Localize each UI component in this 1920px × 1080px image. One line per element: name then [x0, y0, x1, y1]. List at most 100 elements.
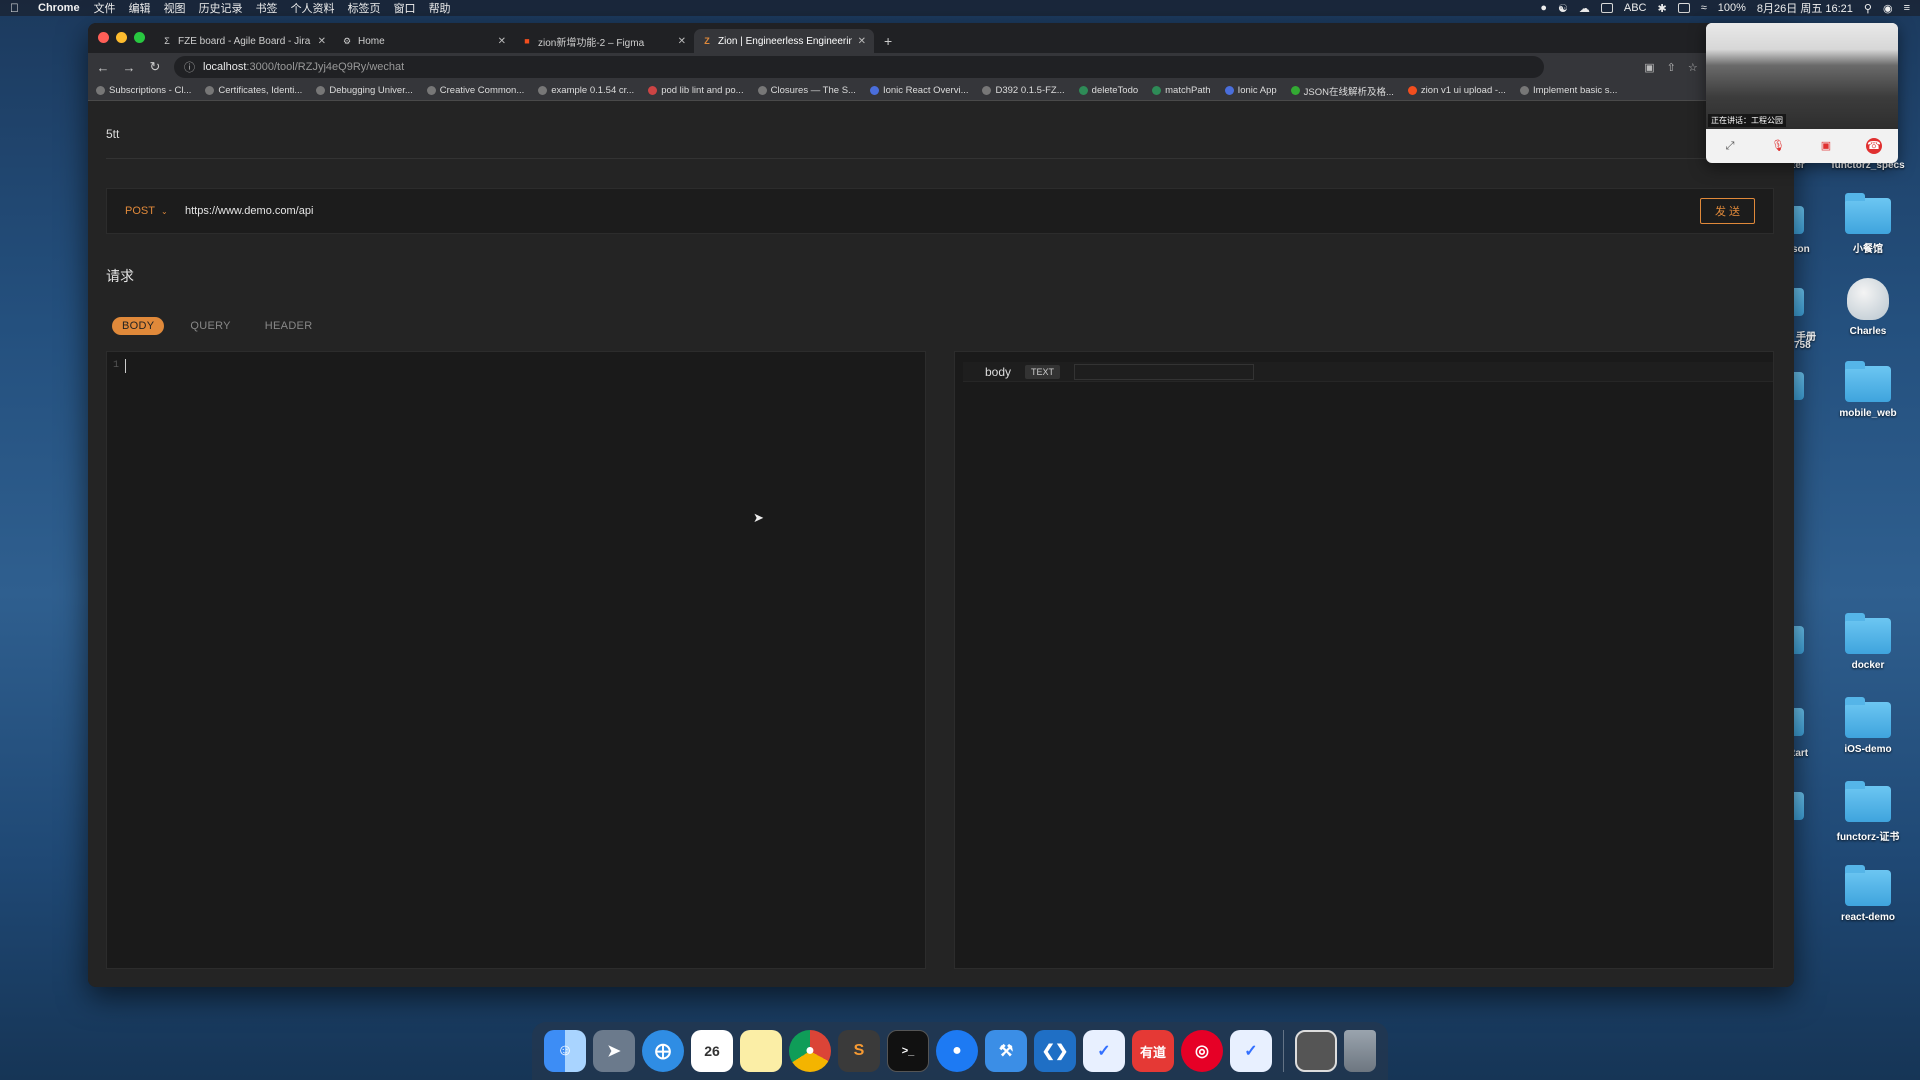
wechat-icon[interactable]: ☯ [1558, 2, 1568, 15]
desktop-item-folder[interactable]: 小餐馆 [1823, 193, 1913, 255]
browser-tab[interactable]: Σ FZE board - Agile Board - Jira ✕ [154, 29, 334, 53]
bookmark-item[interactable]: Ionic App [1224, 85, 1277, 96]
finder-icon[interactable]: ☺ [544, 1030, 586, 1072]
keyboard-icon[interactable] [1677, 3, 1690, 13]
bookmark-item[interactable]: Implement basic s... [1519, 85, 1617, 96]
tab-header[interactable]: HEADER [257, 317, 321, 335]
reload-icon[interactable]: ↻ [148, 59, 162, 75]
bookmark-item[interactable]: D392 0.1.5-FZ... [982, 85, 1065, 96]
share-icon[interactable]: ⇧ [1667, 61, 1676, 74]
video-call-window[interactable]: 正在讲话：工程公园 ⤢ 🎙 ▣ ☎ [1706, 23, 1898, 163]
url-input[interactable] [185, 205, 1700, 217]
hang-up-icon[interactable]: ☎ [1866, 138, 1882, 154]
battery-label[interactable]: 100% [1718, 2, 1746, 14]
folder-icon [1845, 697, 1891, 738]
menu-file[interactable]: 文件 [94, 0, 116, 16]
bookmark-item[interactable]: Creative Common... [426, 85, 524, 96]
back-icon[interactable]: ← [96, 60, 110, 75]
menu-app-name[interactable]: Chrome [38, 2, 80, 14]
lark-icon[interactable]: ✓ [1083, 1030, 1125, 1072]
menu-help[interactable]: 帮助 [429, 0, 451, 16]
method-select[interactable]: POST ⌄ [125, 205, 185, 217]
bookmark-item[interactable]: Certificates, Identi... [205, 85, 302, 96]
minimize-window-icon[interactable] [116, 32, 127, 43]
tab-body[interactable]: BODY [112, 317, 165, 335]
lark-icon[interactable]: ✓ [1230, 1030, 1272, 1072]
zoom-window-icon[interactable] [134, 32, 145, 43]
menu-tab[interactable]: 标签页 [348, 0, 381, 16]
netease-music-icon[interactable]: ◎ [1181, 1030, 1223, 1072]
bookmark-item[interactable]: JSON在线解析及格... [1290, 84, 1394, 98]
bookmark-item[interactable]: Subscriptions - Cl... [96, 85, 191, 96]
body-editor[interactable]: 1 ➤ [106, 351, 926, 969]
youdao-icon[interactable]: 有道 [1132, 1030, 1174, 1072]
desktop-item-functorz-cert[interactable]: functorz-证书 [1823, 781, 1913, 843]
desktop-item-docker[interactable]: docker [1823, 613, 1913, 671]
control-center-icon[interactable]: ≡ [1904, 2, 1910, 14]
close-window-icon[interactable] [98, 32, 109, 43]
datetime-label[interactable]: 8月26日 周五 16:21 [1757, 0, 1853, 16]
desktop-item-react-demo[interactable]: react-demo [1823, 865, 1913, 923]
desktop-item-ios-demo[interactable]: iOS-demo [1823, 697, 1913, 755]
vscode-icon[interactable]: ❮❯ [1034, 1030, 1076, 1072]
xcode-icon[interactable]: ⚒ [985, 1030, 1027, 1072]
site-info-icon[interactable]: ⓘ [184, 59, 195, 75]
browser-tab-active[interactable]: Z Zion | Engineerless Engineerin ✕ [694, 29, 874, 53]
expand-icon[interactable]: ⤢ [1722, 138, 1738, 154]
forward-icon[interactable]: → [122, 60, 136, 75]
bookmark-item[interactable]: pod lib lint and po... [648, 85, 744, 96]
close-tab-icon[interactable]: ✕ [318, 36, 326, 47]
calendar-icon[interactable]: 26 [691, 1030, 733, 1072]
bookmark-item[interactable]: zion v1 ui upload -... [1407, 85, 1506, 96]
bookmark-item[interactable]: matchPath [1152, 85, 1211, 96]
browser-tab[interactable]: ⚙ Home ✕ [334, 29, 514, 53]
maps-icon[interactable]: ● [936, 1030, 978, 1072]
spotlight-icon[interactable]: ⚲ [1864, 2, 1872, 15]
translate-icon[interactable]: ▣ [1644, 61, 1654, 74]
new-tab-icon[interactable]: + [884, 33, 892, 49]
browser-tab[interactable]: ■ zion新增功能-2 – Figma ✕ [514, 29, 694, 53]
cloud-icon[interactable]: ☁ [1579, 2, 1590, 15]
notes-icon[interactable] [740, 1030, 782, 1072]
desktop-item-label: iOS-demo [1844, 744, 1892, 755]
menu-window[interactable]: 窗口 [394, 0, 416, 16]
address-bar[interactable]: ⓘ localhost :3000/tool/RZJyj4eQ9Ry/wecha… [174, 56, 1544, 78]
menu-profiles[interactable]: 个人资料 [291, 0, 335, 16]
siri-icon[interactable]: ◉ [1883, 2, 1893, 15]
record-icon[interactable]: ● [1540, 2, 1547, 14]
bookmark-star-icon[interactable]: ☆ [1688, 61, 1698, 74]
input-source-label[interactable]: ABC [1624, 2, 1647, 14]
sublime-icon[interactable]: S [838, 1030, 880, 1072]
wifi-icon[interactable]: ≈ [1701, 2, 1707, 14]
response-type-badge[interactable]: TEXT [1025, 364, 1061, 379]
close-tab-icon[interactable]: ✕ [858, 36, 866, 47]
bookmark-item[interactable]: Ionic React Overvi... [869, 85, 968, 96]
apple-icon[interactable]:  [10, 1, 24, 15]
safari-icon[interactable]: ⨁ [642, 1030, 684, 1072]
close-tab-icon[interactable]: ✕ [678, 36, 686, 47]
bookmark-item[interactable]: Debugging Univer... [316, 85, 413, 96]
send-button[interactable]: 发 送 [1699, 198, 1755, 224]
menu-view[interactable]: 视图 [164, 0, 186, 16]
trash-icon[interactable] [1344, 1030, 1376, 1072]
bookmark-item[interactable]: example 0.1.54 cr... [538, 85, 634, 96]
response-field[interactable] [1074, 363, 1255, 380]
chrome-icon[interactable]: ● [789, 1030, 831, 1072]
tab-query[interactable]: QUERY [182, 317, 238, 335]
bluetooth-icon[interactable]: ✱ [1658, 2, 1667, 15]
menu-history[interactable]: 历史记录 [199, 0, 243, 16]
menu-edit[interactable]: 编辑 [129, 0, 151, 16]
response-label: body [985, 364, 1012, 379]
display-icon[interactable] [1600, 3, 1613, 13]
menu-bookmarks[interactable]: 书签 [256, 0, 278, 16]
mic-muted-icon[interactable]: 🎙 [1770, 138, 1786, 154]
terminal-icon[interactable]: >_ [887, 1030, 929, 1072]
desktop-item-charles[interactable]: Charles [1823, 278, 1913, 337]
desktop-item-mobile-web[interactable]: mobile_web [1823, 361, 1913, 419]
bookmark-item[interactable]: Closures — The S... [757, 85, 856, 96]
camera-off-icon[interactable]: ▣ [1818, 138, 1834, 154]
launchpad-icon[interactable]: ➤ [593, 1030, 635, 1072]
screenshot-thumbnail-icon[interactable] [1295, 1030, 1337, 1072]
close-tab-icon[interactable]: ✕ [498, 36, 506, 47]
bookmark-item[interactable]: deleteTodo [1078, 85, 1138, 96]
